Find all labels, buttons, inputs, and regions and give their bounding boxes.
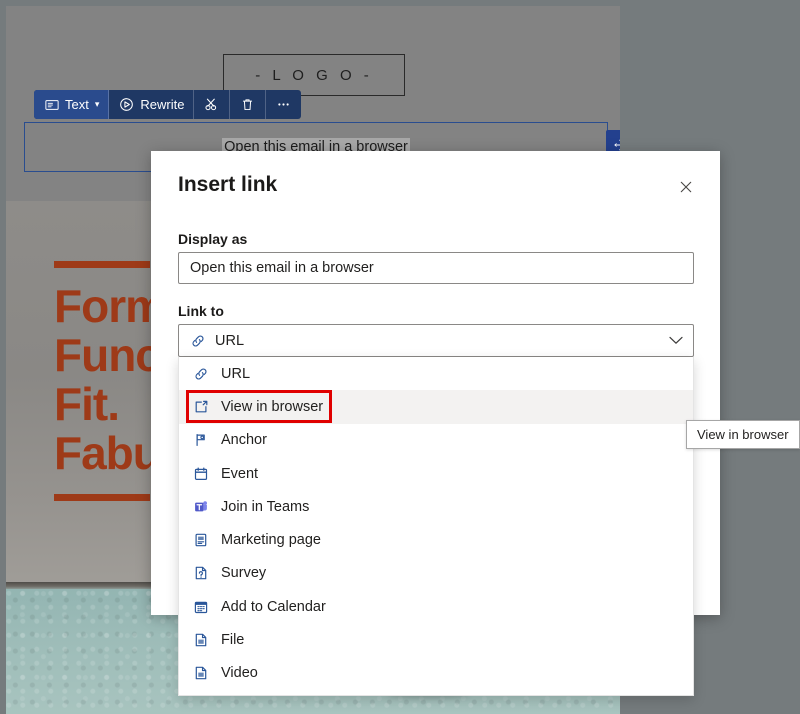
tooltip: View in browser (686, 420, 800, 449)
more-options-icon (275, 96, 292, 113)
dropdown-option-label: Event (221, 465, 259, 482)
toolbar-text-label: Text (65, 97, 89, 112)
dropdown-option-label: File (221, 632, 245, 649)
block-toolbar[interactable]: Text ▾ Rewrite (34, 90, 302, 119)
survey-icon (192, 565, 209, 582)
hero-rule-top (54, 261, 150, 268)
toolbar-more-options-button[interactable] (266, 90, 301, 119)
view-in-browser-icon (192, 398, 209, 415)
dropdown-option-join-in-teams[interactable]: Join in Teams (179, 490, 693, 523)
anchor-flag-icon (192, 432, 209, 449)
link-to-dropdown-list[interactable]: URL View in browser Anchor Event Join in… (178, 357, 694, 696)
dropdown-option-url[interactable]: URL (179, 357, 693, 390)
dropdown-option-marketing-page[interactable]: Marketing page (179, 523, 693, 556)
chevron-down-icon: ▾ (94, 99, 100, 109)
chevron-down-icon[interactable] (669, 334, 683, 348)
rewrite-icon (118, 96, 135, 113)
url-link-icon (189, 332, 206, 349)
dropdown-option-view-in-browser[interactable]: View in browser (179, 390, 693, 424)
dropdown-option-survey[interactable]: Survey (179, 557, 693, 590)
link-to-selected-value: URL (215, 332, 245, 349)
logo-placeholder-label: - L O G O - (255, 66, 373, 84)
dropdown-option-label: Join in Teams (221, 498, 310, 515)
event-calendar-icon (192, 465, 209, 482)
display-as-input[interactable] (178, 252, 694, 284)
toolbar-rewrite-button[interactable]: Rewrite (109, 90, 195, 119)
dropdown-option-video[interactable]: Video (179, 657, 693, 690)
dropdown-option-label: Marketing page (221, 532, 321, 549)
teams-icon (192, 498, 209, 515)
dropdown-option-event[interactable]: Event (179, 457, 693, 490)
hero-rule-bottom (54, 494, 150, 501)
dropdown-option-label: Anchor (221, 432, 267, 449)
link-to-label: Link to (178, 303, 224, 319)
text-block-icon (43, 96, 60, 113)
toolbar-cut-button[interactable] (194, 90, 231, 119)
close-icon[interactable] (672, 173, 700, 201)
dropdown-option-label: View in browser (221, 398, 324, 415)
toolbar-rewrite-label: Rewrite (140, 97, 185, 112)
dialog-title: Insert link (178, 173, 278, 196)
toolbar-text-button[interactable]: Text ▾ (34, 90, 110, 119)
dropdown-option-label: Add to Calendar (221, 598, 326, 615)
trash-icon (239, 96, 256, 113)
marketing-page-icon (192, 532, 209, 549)
dropdown-option-label: URL (221, 365, 251, 382)
link-to-combobox[interactable]: URL (178, 324, 694, 357)
display-as-label: Display as (178, 231, 248, 247)
cut-icon (203, 96, 220, 113)
url-link-icon (192, 365, 209, 382)
dropdown-option-anchor[interactable]: Anchor (179, 424, 693, 457)
add-to-calendar-icon (192, 598, 209, 615)
dropdown-option-file[interactable]: File (179, 623, 693, 656)
dropdown-option-label: Video (221, 665, 258, 682)
tooltip-text: View in browser (697, 427, 789, 442)
dropdown-option-label: Survey (221, 565, 267, 582)
video-file-icon (192, 665, 209, 682)
file-icon (192, 632, 209, 649)
dropdown-option-add-to-calendar[interactable]: Add to Calendar (179, 590, 693, 623)
toolbar-delete-button[interactable] (230, 90, 267, 119)
